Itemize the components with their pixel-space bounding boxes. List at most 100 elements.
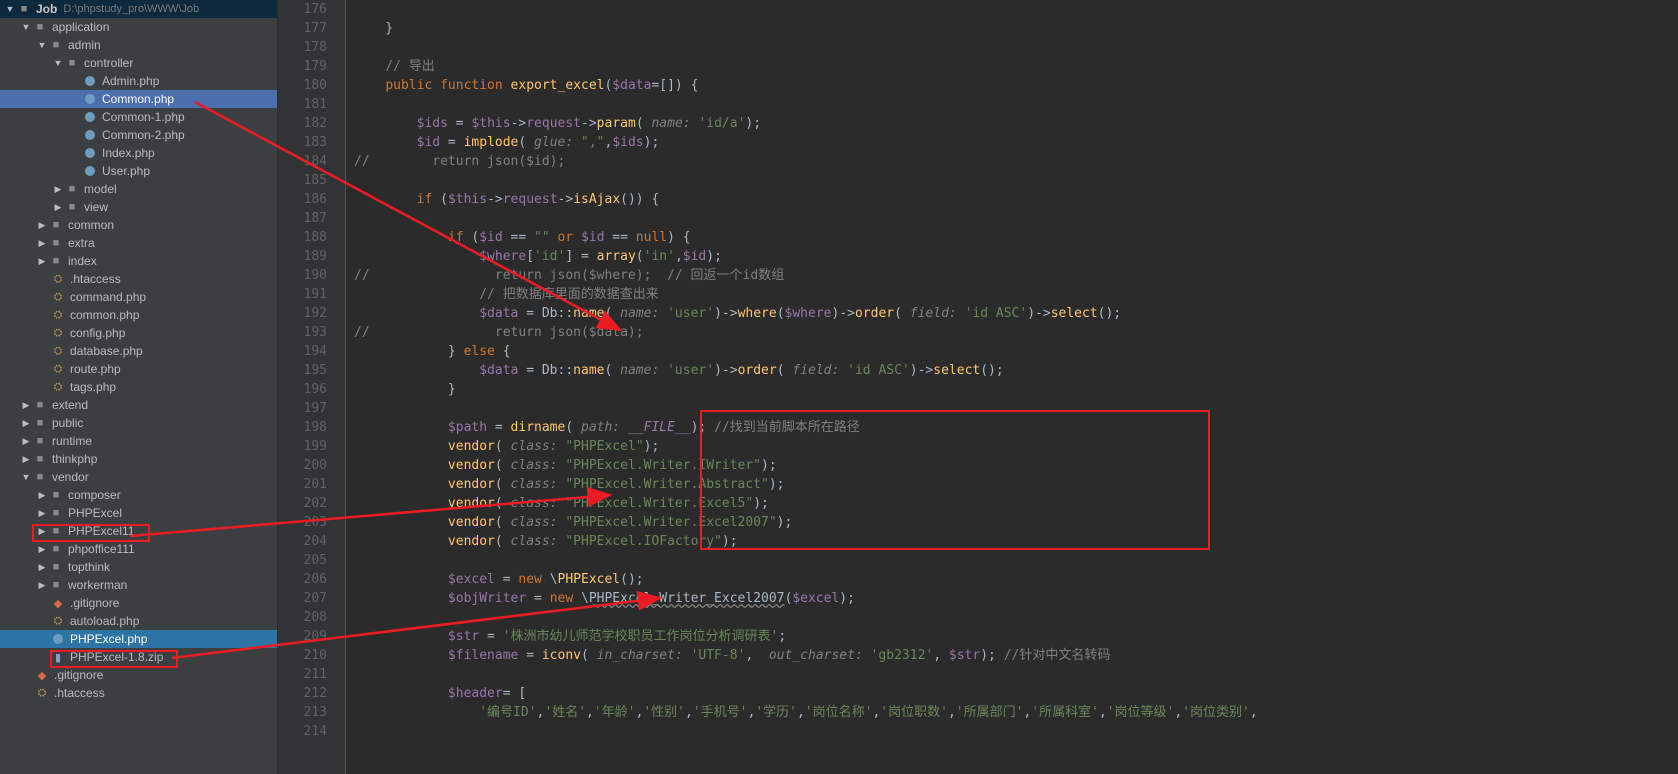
line-numbers-gutter: 1761771781791801811821831841851861871881… (278, 0, 346, 774)
config-icon: ⛭ (34, 686, 50, 700)
tree-file-index-php[interactable]: Index.php (0, 144, 277, 162)
tree-root[interactable]: ▼ ■ Job D:\phpstudy_pro\WWW\Job (0, 0, 277, 18)
config-icon: ⛭ (50, 290, 66, 304)
tree-folder-topthink[interactable]: ▶ ■ topthink (0, 558, 277, 576)
folder-label: extra (68, 236, 95, 250)
file-label: route.php (70, 362, 121, 376)
expand-icon: ▼ (20, 22, 32, 32)
config-icon: ⛭ (50, 308, 66, 322)
tree-folder-composer[interactable]: ▶ ■ composer (0, 486, 277, 504)
php-icon (50, 632, 66, 646)
tree-folder-vendor[interactable]: ▼ ■ vendor (0, 468, 277, 486)
tree-file-common2-php[interactable]: Common-2.php (0, 126, 277, 144)
tree-file-command-php[interactable]: ⛭ command.php (0, 288, 277, 306)
zip-icon: ▮ (50, 650, 66, 664)
tree-folder-workerman[interactable]: ▶ ■ workerman (0, 576, 277, 594)
collapse-icon: ▶ (36, 256, 48, 267)
tree-folder-thinkphp[interactable]: ▶ ■ thinkphp (0, 450, 277, 468)
collapse-icon: ▶ (36, 220, 48, 231)
tree-folder-model[interactable]: ▶ ■ model (0, 180, 277, 198)
tree-folder-view[interactable]: ▶ ■ view (0, 198, 277, 216)
collapse-icon: ▶ (36, 562, 48, 573)
file-label: common.php (70, 308, 139, 322)
file-label: Common.php (102, 92, 174, 106)
tree-file-database-php[interactable]: ⛭ database.php (0, 342, 277, 360)
folder-label: composer (68, 488, 121, 502)
file-label: .gitignore (70, 596, 119, 610)
php-icon (82, 128, 98, 142)
folder-label: application (52, 20, 109, 34)
collapse-icon: ▶ (36, 580, 48, 591)
folder-icon: ■ (64, 56, 80, 70)
collapse-icon: ▶ (36, 238, 48, 249)
tree-file-admin-php[interactable]: Admin.php (0, 72, 277, 90)
tree-folder-phpexcel11[interactable]: ▶ ■ PHPExcel11 (0, 522, 277, 540)
tree-folder-index[interactable]: ▶ ■ index (0, 252, 277, 270)
tree-folder-runtime[interactable]: ▶ ■ runtime (0, 432, 277, 450)
collapse-icon: ▶ (20, 436, 32, 447)
tree-file-phpexcel-php[interactable]: PHPExcel.php (0, 630, 277, 648)
folder-icon: ■ (48, 254, 64, 268)
code-content[interactable]: } // 导出 public function export_excel($da… (346, 0, 1678, 774)
php-icon (82, 92, 98, 106)
config-icon: ⛭ (50, 380, 66, 394)
tree-file-route-php[interactable]: ⛭ route.php (0, 360, 277, 378)
tree-file-common-php[interactable]: Common.php (0, 90, 277, 108)
tree-file-common1-php[interactable]: Common-1.php (0, 108, 277, 126)
tree-folder-admin[interactable]: ▼ ■ admin (0, 36, 277, 54)
folder-label: thinkphp (52, 452, 97, 466)
tree-folder-controller[interactable]: ▼ ■ controller (0, 54, 277, 72)
tree-file-tags-php[interactable]: ⛭ tags.php (0, 378, 277, 396)
tree-file-root-htaccess[interactable]: ⛭ .htaccess (0, 684, 277, 702)
folder-icon: ■ (64, 200, 80, 214)
php-icon (82, 110, 98, 124)
folder-label: common (68, 218, 114, 232)
tree-file-config-php[interactable]: ⛭ config.php (0, 324, 277, 342)
tree-folder-public[interactable]: ▶ ■ public (0, 414, 277, 432)
folder-icon: ■ (16, 2, 32, 16)
php-icon (82, 164, 98, 178)
tree-file-user-php[interactable]: User.php (0, 162, 277, 180)
folder-label: public (52, 416, 83, 430)
collapse-icon: ▶ (52, 184, 64, 195)
tree-folder-phpexcel[interactable]: ▶ ■ PHPExcel (0, 504, 277, 522)
folder-icon: ■ (32, 452, 48, 466)
collapse-icon: ▶ (36, 544, 48, 555)
file-label: PHPExcel.php (70, 632, 147, 646)
folder-icon: ■ (48, 560, 64, 574)
folder-icon: ■ (48, 506, 64, 520)
file-label: .gitignore (54, 668, 103, 682)
file-label: Common-1.php (102, 110, 185, 124)
project-tree-sidebar[interactable]: ▼ ■ Job D:\phpstudy_pro\WWW\Job ▼ ■ appl… (0, 0, 278, 774)
tree-folder-extend[interactable]: ▶ ■ extend (0, 396, 277, 414)
file-label: database.php (70, 344, 143, 358)
file-label: tags.php (70, 380, 116, 394)
folder-label: model (84, 182, 117, 196)
config-icon: ⛭ (50, 362, 66, 376)
tree-file-common-app-php[interactable]: ⛭ common.php (0, 306, 277, 324)
collapse-icon: ▶ (20, 418, 32, 429)
file-label: autoload.php (70, 614, 139, 628)
folder-label: controller (84, 56, 133, 70)
folder-icon: ■ (48, 218, 64, 232)
collapse-icon: ▶ (36, 526, 48, 537)
collapse-icon: ▶ (36, 490, 48, 501)
tree-folder-extra[interactable]: ▶ ■ extra (0, 234, 277, 252)
tree-file-phpexcel-zip[interactable]: ▮ PHPExcel-1.8.zip (0, 648, 277, 666)
git-icon: ◆ (34, 668, 50, 682)
tree-folder-phpoffice111[interactable]: ▶ ■ phpoffice111 (0, 540, 277, 558)
file-label: PHPExcel-1.8.zip (70, 650, 163, 664)
code-editor[interactable]: 1761771781791801811821831841851861871881… (278, 0, 1678, 774)
tree-folder-application[interactable]: ▼ ■ application (0, 18, 277, 36)
tree-file-vendor-gitignore[interactable]: ◆ .gitignore (0, 594, 277, 612)
folder-label: workerman (68, 578, 127, 592)
tree-file-htaccess[interactable]: ⛭ .htaccess (0, 270, 277, 288)
file-label: Common-2.php (102, 128, 185, 142)
folder-icon: ■ (48, 236, 64, 250)
tree-file-root-gitignore[interactable]: ◆ .gitignore (0, 666, 277, 684)
folder-label: vendor (52, 470, 89, 484)
php-icon (82, 146, 98, 160)
tree-folder-common[interactable]: ▶ ■ common (0, 216, 277, 234)
folder-label: topthink (68, 560, 110, 574)
tree-file-autoload-php[interactable]: ⛭ autoload.php (0, 612, 277, 630)
